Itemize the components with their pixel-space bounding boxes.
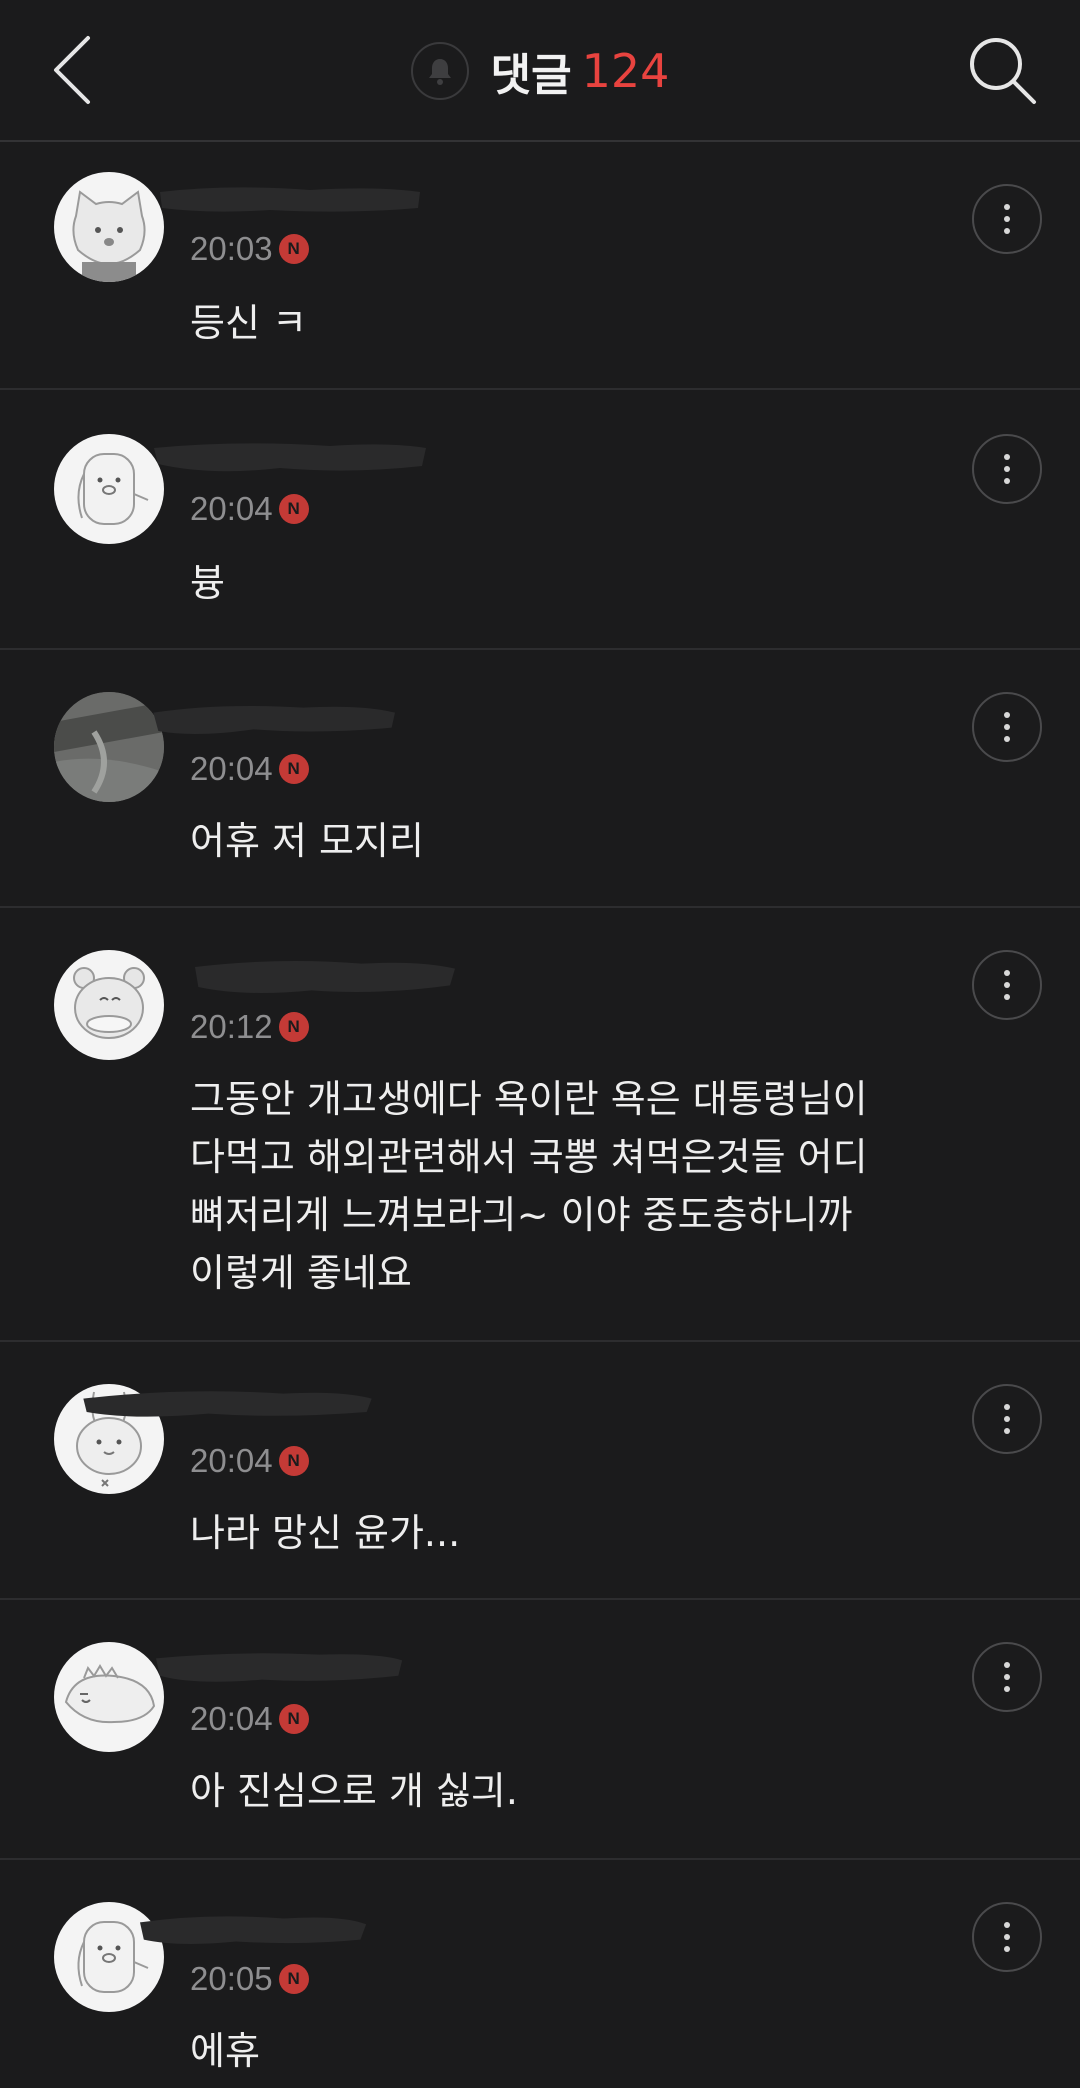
- comment-item: 20:04 N 븅: [0, 390, 1080, 650]
- comment-text: 어휴 저 모지리: [190, 819, 424, 863]
- more-options-button[interactable]: [972, 184, 1042, 254]
- comment-text: 븅: [190, 561, 225, 605]
- page-title: 댓글: [490, 50, 572, 101]
- comment-text: 등신 ㅋ: [190, 301, 307, 345]
- title-area: 댓글 124: [0, 0, 1080, 142]
- comment-text: 아 진심으로 개 싫긔.: [190, 1769, 518, 1813]
- comment-time: 20:12: [190, 1008, 273, 1045]
- redacted-username: [83, 1391, 372, 1417]
- comment-item: 20:12 N 그동안 개고생에다 욕이란 욕은 대통령님이 다먹고 해외관련해…: [0, 908, 1080, 1342]
- comment-meta: 20:04 N: [190, 1442, 309, 1480]
- redacted-username: [195, 961, 455, 993]
- comment-item: 20:04 N 나라 망신 윤가...: [0, 1342, 1080, 1600]
- pig-avatar-icon[interactable]: [54, 434, 164, 544]
- new-badge: N: [278, 754, 309, 784]
- notification-toggle[interactable]: [410, 42, 469, 100]
- redacted-username: [154, 443, 426, 472]
- comment-meta: 20:05 N: [190, 1960, 309, 1998]
- redacted-username: [156, 1653, 403, 1682]
- more-vertical-icon: [1004, 454, 1010, 460]
- redacted-username: [160, 187, 420, 212]
- comment-time: 20:05: [190, 1960, 273, 1997]
- more-options-button[interactable]: [972, 1384, 1042, 1454]
- more-options-button[interactable]: [972, 692, 1042, 762]
- more-options-button[interactable]: [972, 434, 1042, 504]
- bell-icon: [428, 59, 451, 85]
- bear-avatar-icon[interactable]: [54, 950, 164, 1060]
- new-badge: N: [278, 1704, 309, 1734]
- comment-count: 124: [581, 44, 670, 98]
- comment-time: 20:04: [190, 1442, 273, 1479]
- comment-text: 그동안 개고생에다 욕이란 욕은 대통령님이 다먹고 해외관련해서 국뽕 쳐먹은…: [190, 1077, 868, 1295]
- redacted-username: [153, 706, 395, 734]
- comment-item: 20:05 N 에휴: [0, 1860, 1080, 2088]
- more-vertical-icon: [1004, 204, 1010, 210]
- cat-avatar-icon[interactable]: [54, 172, 164, 282]
- comment-text: 나라 망신 윤가...: [190, 1511, 461, 1555]
- new-badge: N: [278, 234, 309, 264]
- comment-meta: 20:04 N: [190, 1700, 309, 1738]
- comment-item: 20:03 N 등신 ㅋ: [0, 144, 1080, 390]
- comment-meta: 20:04 N: [190, 750, 309, 788]
- comment-item: 20:04 N 어휴 저 모지리: [0, 650, 1080, 908]
- more-vertical-icon: [1004, 1662, 1010, 1668]
- new-badge: N: [278, 1964, 309, 1994]
- new-badge: N: [278, 494, 309, 524]
- more-vertical-icon: [1004, 712, 1010, 718]
- comment-text: 에휴: [190, 2029, 260, 2073]
- redacted-username: [140, 1916, 367, 1945]
- new-badge: N: [278, 1446, 309, 1476]
- comment-time: 20:04: [190, 490, 273, 527]
- comment-meta: 20:04 N: [190, 490, 309, 528]
- more-options-button[interactable]: [972, 1902, 1042, 1972]
- comment-item: 20:04 N 아 진심으로 개 싫긔.: [0, 1600, 1080, 1860]
- comment-time: 20:03: [190, 230, 273, 267]
- comment-time: 20:04: [190, 750, 273, 787]
- more-vertical-icon: [1004, 1922, 1010, 1928]
- search-button[interactable]: [964, 32, 1042, 110]
- more-vertical-icon: [1004, 1404, 1010, 1410]
- more-options-button[interactable]: [972, 950, 1042, 1020]
- search-icon: [970, 38, 1036, 104]
- more-vertical-icon: [1004, 970, 1010, 976]
- comment-meta: 20:12 N: [190, 1008, 309, 1046]
- more-options-button[interactable]: [972, 1642, 1042, 1712]
- top-bar: 댓글 124: [0, 0, 1080, 142]
- dino-avatar-icon[interactable]: [54, 1642, 164, 1752]
- comment-time: 20:04: [190, 1700, 273, 1737]
- new-badge: N: [278, 1012, 309, 1042]
- comment-meta: 20:03 N: [190, 230, 309, 268]
